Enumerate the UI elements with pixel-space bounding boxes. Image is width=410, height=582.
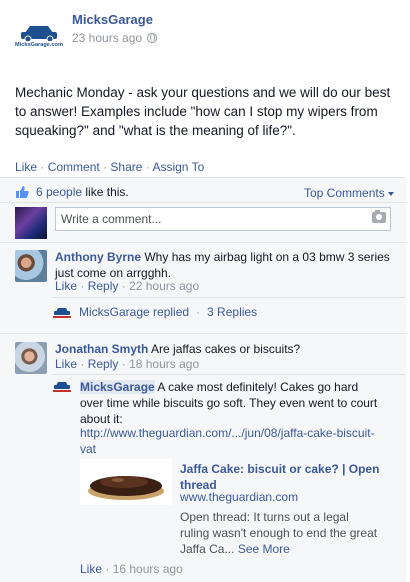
thumbs-up-icon	[16, 186, 29, 198]
page-name[interactable]: MicksGarage	[72, 12, 153, 27]
post-body: Mechanic Monday - ask your questions and…	[15, 85, 391, 138]
divider	[0, 242, 406, 243]
reply-body: MicksGarage A cake most definitely! Cake…	[80, 379, 380, 427]
avatar[interactable]	[15, 250, 47, 282]
comment-reply-link[interactable]: Reply	[88, 357, 119, 371]
separator: ·	[103, 160, 108, 174]
comment-reply-link[interactable]: Reply	[88, 279, 119, 293]
reply-meta: Like · 16 hours ago	[80, 562, 183, 576]
reply-url: http://www.theguardian.com/.../jun/08/ja…	[80, 425, 375, 457]
divider	[0, 333, 406, 334]
share-link[interactable]: Share	[110, 160, 142, 174]
separator: ·	[40, 160, 45, 174]
comment-timestamp[interactable]: 22 hours ago	[129, 279, 199, 293]
separator: ·	[80, 357, 85, 371]
reply-url-link[interactable]: http://www.theguardian.com/.../jun/08/ja…	[80, 426, 375, 456]
reply-like-link[interactable]: Like	[80, 562, 102, 576]
divider	[52, 297, 406, 298]
svg-text:MicksGarage.com: MicksGarage.com	[15, 42, 63, 48]
comment-author[interactable]: Jonathan Smyth	[55, 342, 148, 356]
assign-to-link[interactable]: Assign To	[152, 160, 204, 174]
divider	[52, 374, 406, 375]
comment-input[interactable]	[55, 207, 391, 231]
avatar[interactable]	[15, 342, 47, 374]
comment-author[interactable]: Anthony Byrne	[55, 250, 141, 264]
reply-author[interactable]: MicksGarage	[80, 380, 155, 394]
comment-link[interactable]: Comment	[48, 160, 100, 174]
attachment-domain[interactable]: www.theguardian.com	[180, 490, 298, 504]
comment-meta: Like · Reply · 22 hours ago	[55, 279, 199, 293]
divider	[0, 202, 406, 203]
chevron-down-icon	[387, 191, 394, 196]
reply-avatar-logo[interactable]	[52, 380, 72, 392]
comment-timestamp[interactable]: 18 hours ago	[129, 357, 199, 371]
likes-suffix: like this.	[85, 185, 129, 199]
comment-text: Are jaffas cakes or biscuits?	[151, 342, 301, 356]
separator: ·	[105, 562, 110, 576]
comment-meta: Like · Reply · 18 hours ago	[55, 357, 199, 371]
comment-body: Jonathan Smyth Are jaffas cakes or biscu…	[55, 341, 390, 357]
globe-icon	[147, 33, 158, 43]
attachment-title[interactable]: Jaffa Cake: biscuit or cake? | Open thre…	[180, 461, 380, 493]
separator: ·	[80, 279, 85, 293]
reply-count-link[interactable]: 3 Replies	[207, 305, 257, 319]
car-logo-icon	[53, 308, 71, 318]
comment-like-link[interactable]: Like	[55, 279, 77, 293]
camera-icon[interactable]	[372, 210, 386, 223]
divider	[0, 177, 406, 178]
post-action-bar: Like · Comment · Share · Assign To	[15, 160, 204, 174]
replies-summary[interactable]: MicksGarage replied · 3 Replies	[52, 305, 257, 319]
page-logo[interactable]: MicksGarage.com	[15, 21, 63, 48]
separator: ·	[121, 357, 126, 371]
post-timestamp[interactable]: 23 hours ago	[72, 31, 142, 45]
reply-timestamp[interactable]: 16 hours ago	[113, 562, 183, 576]
attachment-thumbnail[interactable]	[80, 459, 172, 505]
likes-summary: 6 people like this.	[15, 184, 129, 200]
comment-like-link[interactable]: Like	[55, 357, 77, 371]
current-user-avatar[interactable]	[15, 207, 47, 239]
comment-body: Anthony Byrne Why has my airbag light on…	[55, 249, 390, 281]
like-link[interactable]: Like	[15, 160, 37, 174]
comment-sort-dropdown[interactable]: Top Comments	[304, 186, 394, 200]
separator: ·	[145, 160, 150, 174]
attachment-description: Open thread: It turns out a legal ruling…	[180, 509, 380, 557]
separator: ·	[196, 305, 201, 319]
car-logo-icon: MicksGarage.com	[15, 26, 63, 48]
see-more-link[interactable]: See More	[238, 542, 290, 556]
replied-by: MicksGarage replied	[79, 305, 190, 319]
likers-link[interactable]: 6 people	[36, 185, 82, 199]
separator: ·	[121, 279, 126, 293]
post-meta: 23 hours ago	[72, 31, 158, 45]
sort-label: Top Comments	[304, 186, 385, 200]
